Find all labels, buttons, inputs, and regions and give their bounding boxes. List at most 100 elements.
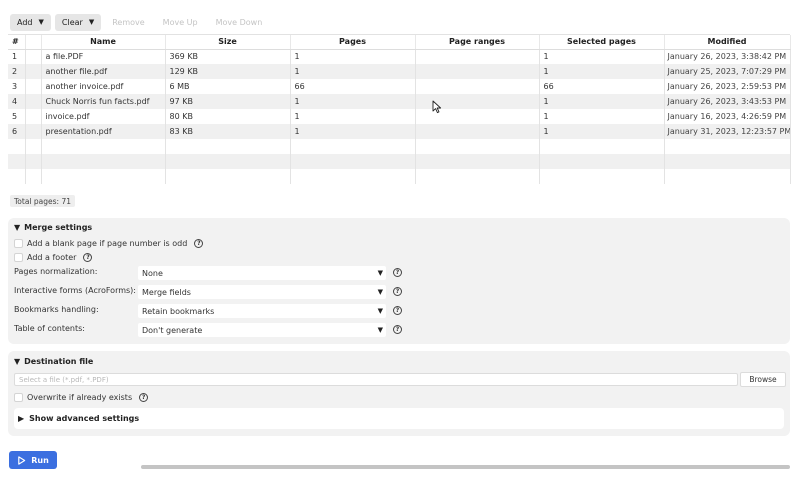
total-pages-label: Total pages: 71 [10, 195, 75, 207]
question-circle-icon[interactable]: ? [194, 239, 204, 248]
selected-pages: 66 [539, 79, 665, 94]
file-name: presentation.pdf [41, 124, 166, 139]
caret-down-icon: ▼ [377, 269, 383, 277]
destination-panel: ▼ Destination file Select a file (*.pdf,… [8, 351, 790, 436]
pages-normalization-label: Pages normalization: [14, 267, 98, 276]
merge-settings-title: Merge settings [24, 223, 93, 232]
selected-pages: 1 [539, 64, 665, 79]
files-table[interactable]: # Name Size Pages Page ranges Selected p… [8, 34, 791, 192]
clear-button[interactable]: Clear ▼ [54, 13, 102, 31]
selected-pages: 1 [539, 49, 665, 64]
destination-file-input[interactable]: Select a file (*.pdf, *.PDF) [14, 373, 738, 386]
column-header-modified[interactable]: Modified [664, 35, 791, 50]
table-row[interactable]: 3 another invoice.pdf 6 MB 66 66 January… [8, 79, 791, 94]
triangle-right-icon: ▶ [18, 414, 25, 423]
question-circle-icon[interactable]: ? [393, 325, 402, 334]
row-number: 2 [8, 64, 26, 79]
horizontal-scrollbar[interactable] [141, 465, 790, 469]
file-size: 97 KB [165, 94, 291, 109]
overwrite-label: Overwrite if already exists [27, 393, 133, 402]
file-size: 80 KB [165, 109, 291, 124]
browse-button[interactable]: Browse [740, 372, 786, 387]
file-pages: 1 [290, 64, 416, 79]
question-circle-icon[interactable]: ? [393, 287, 402, 296]
remove-button[interactable]: Remove [105, 14, 151, 31]
row-number: 4 [8, 94, 26, 109]
table-row[interactable]: 5 invoice.pdf 80 KB 1 1 January 16, 2023… [8, 109, 791, 124]
acroforms-row: Interactive forms (AcroForms): Merge fie… [14, 285, 402, 299]
modified-date: January 26, 2023, 2:59:53 PM [664, 79, 791, 94]
play-icon [18, 455, 26, 465]
run-label: Run [31, 455, 49, 465]
pages-normalization-select[interactable]: None ▼ [138, 266, 386, 280]
move-down-button[interactable]: Move Down [209, 14, 270, 31]
file-name: invoice.pdf [41, 109, 166, 124]
footer-checkbox[interactable] [14, 253, 23, 262]
column-header-pages[interactable]: Pages [290, 35, 416, 50]
page-ranges-cell[interactable] [415, 124, 540, 139]
question-circle-icon[interactable]: ? [139, 393, 149, 402]
file-size: 83 KB [165, 124, 291, 139]
file-name: Chuck Norris fun facts.pdf [41, 94, 166, 109]
page-ranges-cell[interactable] [415, 49, 540, 64]
question-circle-icon[interactable]: ? [393, 268, 402, 277]
question-circle-icon[interactable]: ? [393, 306, 402, 315]
toc-select[interactable]: Don't generate ▼ [138, 323, 386, 337]
move-up-button[interactable]: Move Up [156, 14, 205, 31]
acroforms-label: Interactive forms (AcroForms): [14, 286, 136, 295]
overwrite-checkbox[interactable] [14, 393, 23, 402]
advanced-settings-toggle[interactable]: ▶ Show advanced settings [14, 408, 784, 429]
caret-down-icon: ▼ [377, 288, 383, 296]
empty-row [8, 154, 791, 169]
file-pages: 1 [290, 109, 416, 124]
footer-option: Add a footer ? [14, 253, 93, 262]
table-row[interactable]: 1 a file.PDF 369 KB 1 1 January 26, 2023… [8, 49, 791, 64]
merge-settings-header[interactable]: ▼ Merge settings [14, 223, 92, 232]
add-button[interactable]: Add ▼ [10, 13, 51, 31]
modified-date: January 31, 2023, 12:23:57 PM [664, 124, 791, 139]
row-number: 1 [8, 49, 26, 64]
empty-row [8, 169, 791, 184]
mouse-pointer-icon [432, 100, 442, 114]
page-ranges-cell[interactable] [415, 64, 540, 79]
table-row[interactable]: 4 Chuck Norris fun facts.pdf 97 KB 1 1 J… [8, 94, 791, 109]
table-row[interactable]: 6 presentation.pdf 83 KB 1 1 January 31,… [8, 124, 791, 139]
selected-pages: 1 [539, 124, 665, 139]
table-row[interactable]: 2 another file.pdf 129 KB 1 1 January 25… [8, 64, 791, 79]
modified-date: January 26, 2023, 3:43:53 PM [664, 94, 791, 109]
bookmarks-select[interactable]: Retain bookmarks ▼ [138, 304, 386, 318]
toc-label: Table of contents: [14, 324, 85, 333]
acroforms-select[interactable]: Merge fields ▼ [138, 285, 386, 299]
triangle-down-icon: ▼ [14, 223, 21, 232]
row-number: 5 [8, 109, 26, 124]
destination-header[interactable]: ▼ Destination file [14, 357, 93, 366]
modified-date: January 26, 2023, 3:38:42 PM [664, 49, 791, 64]
file-name: a file.PDF [41, 49, 166, 64]
modified-date: January 16, 2023, 4:26:59 PM [664, 109, 791, 124]
file-pages: 1 [290, 49, 416, 64]
run-button[interactable]: Run [9, 451, 57, 469]
question-circle-icon[interactable]: ? [83, 253, 93, 262]
column-header-number[interactable]: # [8, 35, 26, 50]
file-pages: 1 [290, 94, 416, 109]
caret-down-icon: ▼ [88, 18, 95, 26]
bookmarks-label: Bookmarks handling: [14, 305, 99, 314]
acroforms-value: Merge fields [142, 287, 191, 297]
blank-page-option: Add a blank page if page number is odd ? [14, 239, 204, 248]
toc-row: Table of contents: Don't generate ▼ ? [14, 323, 402, 337]
blank-page-checkbox[interactable] [14, 239, 23, 248]
bookmarks-value: Retain bookmarks [142, 306, 215, 316]
row-number: 3 [8, 79, 26, 94]
column-header-blank [25, 35, 42, 50]
toolbar: Add ▼ Clear ▼ Remove Move Up Move Down [10, 13, 269, 31]
page-ranges-cell[interactable] [415, 79, 540, 94]
advanced-settings-label: Show advanced settings [29, 414, 140, 423]
merge-settings-panel: ▼ Merge settings Add a blank page if pag… [8, 218, 790, 344]
column-header-size[interactable]: Size [165, 35, 291, 50]
add-button-label: Add [17, 17, 33, 27]
column-header-selected-pages[interactable]: Selected pages [539, 35, 665, 50]
column-header-name[interactable]: Name [41, 35, 166, 50]
selected-pages: 1 [539, 94, 665, 109]
modified-date: January 25, 2023, 7:07:29 PM [664, 64, 791, 79]
column-header-page-ranges[interactable]: Page ranges [415, 35, 540, 50]
